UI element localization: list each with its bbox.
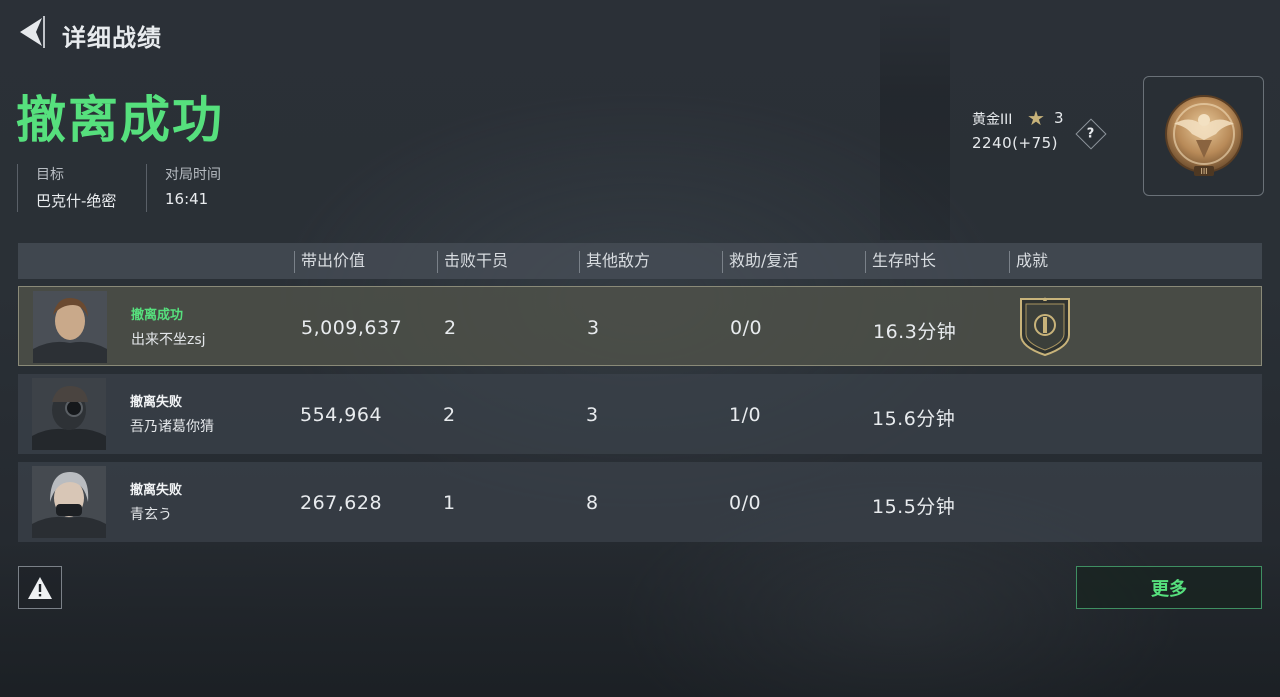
column-header-achievement: 成就 (1009, 251, 1048, 273)
table-row[interactable]: 撤离失败 青玄う 267,628 1 8 0/0 15.5分钟 (18, 462, 1262, 542)
assist-revive-value: 1/0 (729, 404, 762, 426)
more-button[interactable]: 更多 (1076, 566, 1262, 609)
player-name: 出来不坐zsj (131, 332, 206, 348)
other-enemies-value: 3 (587, 317, 600, 339)
target-value: 巴克什-绝密 (36, 192, 117, 210)
page-title: 详细战绩 (62, 24, 162, 52)
svg-text:III: III (1200, 167, 1207, 176)
assist-revive-value: 0/0 (730, 317, 763, 339)
table-row[interactable]: 撤离成功 出来不坐zsj 5,009,637 2 3 0/0 16.3分钟 (18, 286, 1262, 366)
rank-points: 2240(+75) (972, 134, 1059, 152)
row-extraction-status: 撤离失败 (130, 483, 183, 498)
achievement-badge[interactable] (1017, 295, 1073, 357)
column-header-value: 带出价值 (294, 251, 365, 273)
background-terrain (0, 540, 1280, 697)
row-extraction-status: 撤离成功 (131, 308, 184, 323)
back-button[interactable] (16, 16, 46, 48)
match-time-info: 对局时间 16:41 (146, 164, 221, 212)
carried-value: 554,964 (300, 404, 383, 426)
row-extraction-status: 撤离失败 (130, 395, 183, 410)
other-enemies-value: 8 (586, 492, 599, 514)
column-header-assist-revive: 救助/复活 (722, 251, 798, 273)
target-info: 目标 巴克什-绝密 (17, 164, 116, 212)
kills-value: 1 (443, 492, 456, 514)
match-time-label: 对局时间 (165, 167, 221, 183)
column-header-survival-time: 生存时长 (865, 251, 936, 273)
assist-revive-value: 0/0 (729, 492, 762, 514)
back-arrow-icon (20, 16, 45, 48)
gold-eagle-rank-icon: III (1164, 95, 1243, 176)
survival-time-value: 15.6分钟 (872, 408, 956, 430)
rank-stars-count: 3 (1054, 109, 1064, 127)
carried-value: 5,009,637 (301, 317, 403, 339)
column-header-other-enemies: 其他敌方 (579, 251, 650, 273)
player-name: 青玄う (130, 507, 172, 523)
player-avatar (33, 291, 107, 363)
shield-achievement-icon (1020, 297, 1070, 357)
rank-badge[interactable]: III (1143, 76, 1264, 196)
kills-value: 2 (443, 404, 456, 426)
kills-value: 2 (444, 317, 457, 339)
question-icon: ? (1087, 126, 1095, 142)
player-avatar (32, 378, 106, 450)
stats-table-header: 带出价值 击败干员 其他敌方 救助/复活 生存时长 成就 (18, 243, 1262, 279)
column-header-kills: 击败干员 (437, 251, 508, 273)
report-button[interactable] (18, 566, 62, 609)
warning-icon (28, 576, 52, 599)
star-icon: ★ (1027, 106, 1045, 130)
carried-value: 267,628 (300, 492, 383, 514)
table-row[interactable]: 撤离失败 吾乃诸葛你猜 554,964 2 3 1/0 15.6分钟 (18, 374, 1262, 454)
target-label: 目标 (36, 167, 64, 183)
help-button[interactable]: ? (1075, 118, 1107, 150)
player-name: 吾乃诸葛你猜 (130, 419, 214, 435)
match-time-value: 16:41 (165, 190, 209, 208)
other-enemies-value: 3 (586, 404, 599, 426)
survival-time-value: 15.5分钟 (872, 496, 956, 518)
extraction-status-title: 撤离成功 (16, 91, 224, 149)
player-avatar (32, 466, 106, 538)
background-tower (880, 0, 950, 240)
survival-time-value: 16.3分钟 (873, 321, 957, 343)
rank-name: 黄金III (972, 112, 1013, 128)
